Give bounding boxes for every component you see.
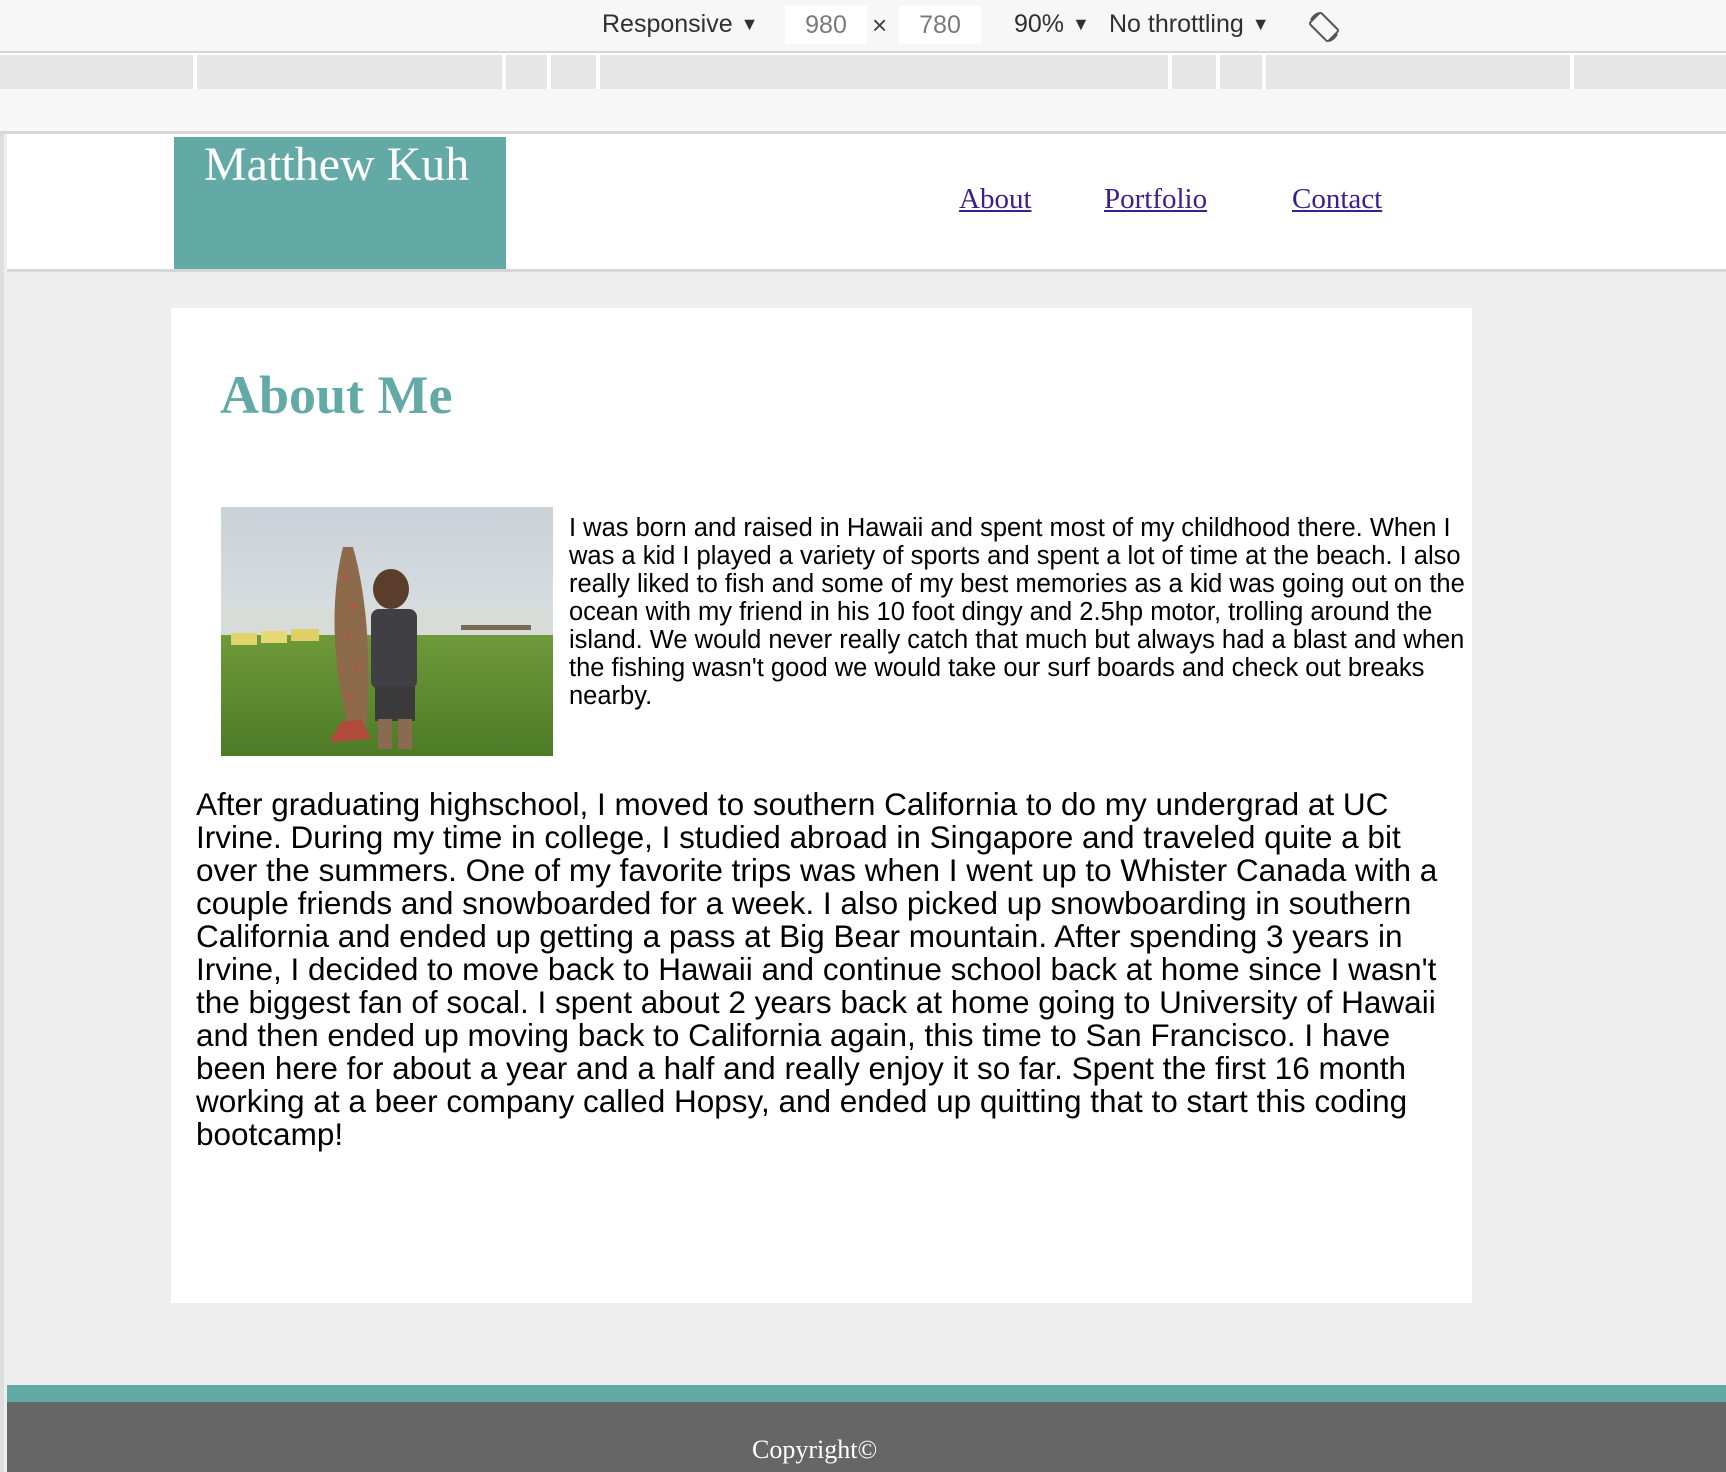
nav-link-contact[interactable]: Contact <box>1292 183 1382 216</box>
chevron-down-icon: ▼ <box>1072 14 1090 34</box>
media-query-segment[interactable] <box>600 55 1172 89</box>
media-query-segment[interactable] <box>1172 55 1220 89</box>
throttling-select[interactable]: No throttling ▼ <box>1109 10 1270 39</box>
media-query-segment[interactable] <box>1574 55 1726 89</box>
footer-accent-bar <box>7 1385 1726 1402</box>
zoom-label: 90% <box>1014 10 1065 38</box>
rotate-icon[interactable] <box>1307 10 1341 44</box>
device-mode-label: Responsive <box>602 10 733 38</box>
media-query-segment[interactable] <box>506 55 551 89</box>
page-viewport: Matthew Kuh About Portfolio Contact Abou… <box>0 134 1726 1472</box>
logo-text: Matthew Kuh <box>204 138 470 191</box>
zoom-select[interactable]: 90% ▼ <box>1014 10 1090 39</box>
media-query-segment[interactable] <box>1220 55 1266 89</box>
viewport-width-input[interactable]: 980 <box>785 6 867 44</box>
device-mode-select[interactable]: Responsive ▼ <box>602 10 758 39</box>
viewport-height-input[interactable]: 780 <box>899 6 981 44</box>
throttling-label: No throttling <box>1109 10 1244 38</box>
media-query-segment[interactable] <box>1266 55 1574 89</box>
copyright-text: Copyright© <box>752 1435 878 1464</box>
story-paragraph: After graduating highschool, I moved to … <box>196 786 1438 1152</box>
media-query-segment[interactable] <box>0 55 197 89</box>
logo[interactable]: Matthew Kuh <box>174 137 506 269</box>
profile-photo <box>221 507 553 756</box>
page-title: About Me <box>220 365 453 425</box>
media-query-segment[interactable] <box>551 55 600 89</box>
devtools-device-toolbar: Responsive ▼ 980 × 780 90% ▼ No throttling… <box>0 0 1726 53</box>
intro-paragraph: I was born and raised in Hawaii and spen… <box>569 514 1465 710</box>
ruler-area <box>0 89 1726 134</box>
media-query-segment[interactable] <box>197 55 506 89</box>
fishing-photo-image <box>221 507 553 756</box>
chevron-down-icon: ▼ <box>1251 14 1270 34</box>
chevron-down-icon: ▼ <box>740 14 759 34</box>
about-section: About Me I was born and raised in Hawaii… <box>171 308 1472 1303</box>
media-query-bar <box>0 55 1726 89</box>
dimension-separator: × <box>872 10 888 40</box>
site-footer: Copyright© <box>7 1402 1726 1472</box>
site-header: Matthew Kuh About Portfolio Contact <box>7 134 1726 272</box>
nav-link-portfolio[interactable]: Portfolio <box>1104 183 1207 216</box>
nav-link-about[interactable]: About <box>959 183 1032 216</box>
